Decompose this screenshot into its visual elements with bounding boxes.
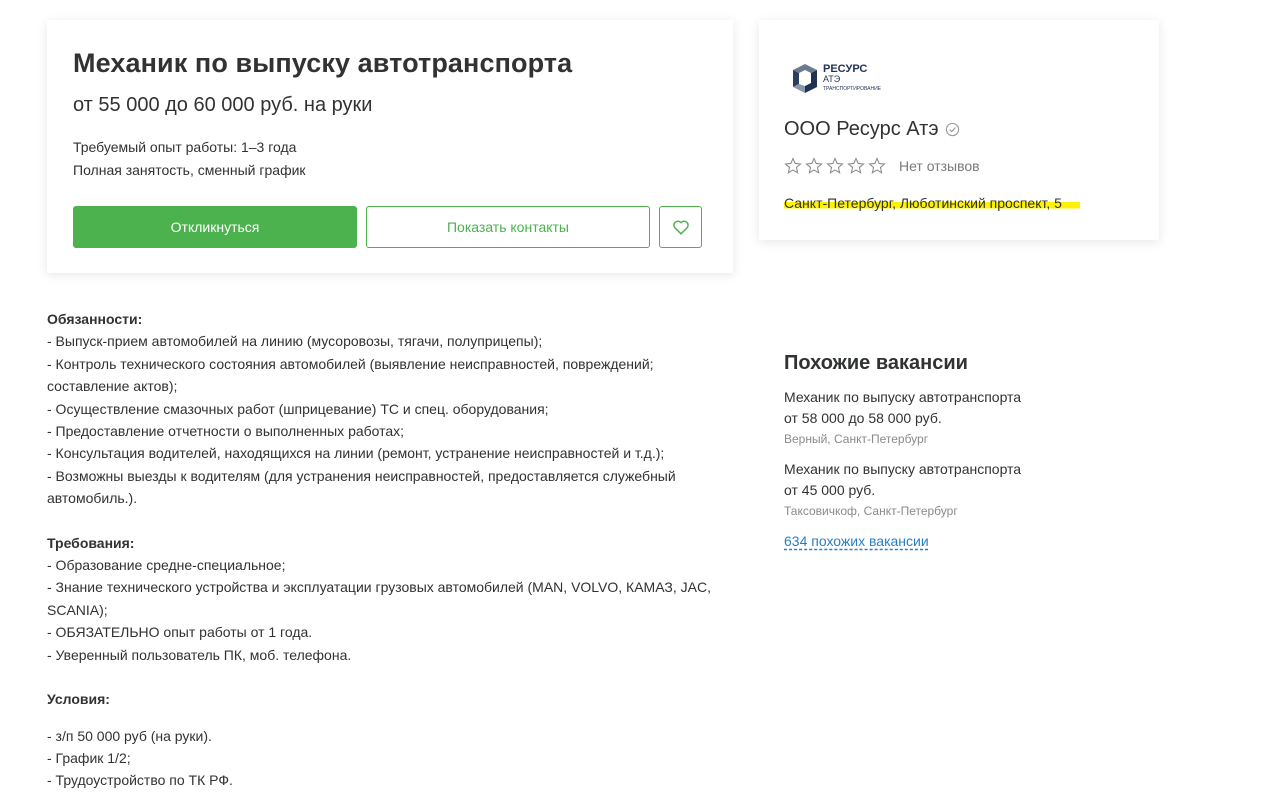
- duties-title: Обязанности:: [47, 311, 143, 327]
- logo-text-bottom: ТРАНСПОРТИРОВАНИЕ: [823, 86, 882, 92]
- list-item: - Уверенный пользователь ПК, моб. телефо…: [47, 646, 352, 663]
- similar-item-company: Таксовичкоф, Санкт-Петербург: [784, 504, 958, 518]
- duties-list: - Выпуск-прием автомобилей на линию (мус…: [47, 330, 747, 509]
- show-contacts-button[interactable]: Показать контакты: [366, 206, 650, 248]
- similar-item[interactable]: Механик по выпуску автотранспорта от 45 …: [784, 459, 1084, 521]
- requirements-title: Требования:: [47, 534, 135, 551]
- star-icon: [847, 157, 865, 174]
- heart-icon: [672, 219, 689, 235]
- list-item: - Возможны выезды к водителям (для устра…: [47, 467, 676, 484]
- similar-title: Похожие вакансии: [784, 352, 968, 374]
- vacancy-salary: от 55 000 до 60 000 руб. на руки: [73, 94, 373, 116]
- star-icon: [784, 157, 802, 174]
- list-item: - График 1/2;: [47, 749, 131, 766]
- company-name-text[interactable]: ООО Ресурс Атэ: [784, 118, 939, 141]
- similar-item-company: Верный, Санкт-Петербург: [784, 432, 929, 446]
- list-item: составление актов);: [47, 378, 178, 395]
- list-item: - Выпуск-прием автомобилей на линию (мус…: [47, 333, 543, 350]
- list-item: - Консультация водителей, находящихся на…: [47, 445, 665, 462]
- similar-item-salary: от 58 000 до 58 000 руб.: [784, 410, 942, 426]
- vacancy-description: Обязанности: - Выпуск-прием автомобилей …: [47, 308, 747, 792]
- conditions-list: - з/п 50 000 руб (на руки). - График 1/2…: [47, 725, 747, 792]
- list-item: - Контроль технического состояния автомо…: [47, 355, 654, 372]
- vacancy-title: Механик по выпуску автотранспорта: [73, 48, 573, 78]
- company-card: РЕСУРС АТЭ ТРАНСПОРТИРОВАНИЕ ООО Ресурс …: [759, 20, 1159, 240]
- respond-button[interactable]: Откликнуться: [73, 206, 357, 248]
- list-item: - Знание технического устройства и экспл…: [47, 579, 711, 596]
- list-item: - Трудоустройство по ТК РФ.: [47, 772, 233, 789]
- list-item: автомобиль.).: [47, 490, 138, 507]
- more-similar-link[interactable]: 634 похожих вакансии: [784, 533, 929, 549]
- list-item: - Образование средне-специальное;: [47, 557, 286, 574]
- requirements-list: - Образование средне-специальное; - Знан…: [47, 554, 747, 666]
- list-item: - з/п 50 000 руб (на руки).: [47, 727, 212, 744]
- similar-item-salary: от 45 000 руб.: [784, 482, 876, 498]
- logo-text-mid: АТЭ: [823, 74, 841, 84]
- list-item: - Осуществление смазочных работ (шприцев…: [47, 400, 549, 417]
- list-item: - Предоставление отчетности о выполненны…: [47, 423, 405, 440]
- favorite-button[interactable]: [659, 206, 702, 248]
- star-icon: [805, 157, 823, 174]
- list-item: SCANIA);: [47, 601, 108, 618]
- vacancy-employment: Полная занятость, сменный график: [73, 162, 306, 178]
- conditions-title: Условия:: [47, 691, 110, 708]
- company-address: Санкт-Петербург, Люботинский проспект, 5: [784, 195, 1080, 211]
- check-circle-icon: [945, 122, 959, 137]
- similar-item[interactable]: Механик по выпуску автотранспорта от 58 …: [784, 387, 1084, 449]
- vacancy-card: Механик по выпуску автотранспорта от 55 …: [47, 20, 733, 273]
- list-item: - ОБЯЗАТЕЛЬНО опыт работы от 1 года.: [47, 624, 313, 641]
- vacancy-experience: Требуемый опыт работы: 1–3 года: [73, 139, 297, 155]
- star-icon: [826, 157, 844, 174]
- similar-item-title[interactable]: Механик по выпуску автотранспорта: [784, 459, 1084, 480]
- reviews-count[interactable]: Нет отзывов: [899, 158, 980, 174]
- similar-vacancies: Похожие вакансии Механик по выпуску авто…: [784, 352, 1084, 551]
- star-icon: [868, 157, 886, 174]
- rating-stars[interactable]: Нет отзывов: [784, 157, 980, 175]
- similar-item-title[interactable]: Механик по выпуску автотранспорта: [784, 387, 1084, 408]
- company-name[interactable]: ООО Ресурс Атэ: [784, 118, 960, 141]
- company-logo[interactable]: РЕСУРС АТЭ ТРАНСПОРТИРОВАНИЕ: [791, 60, 911, 96]
